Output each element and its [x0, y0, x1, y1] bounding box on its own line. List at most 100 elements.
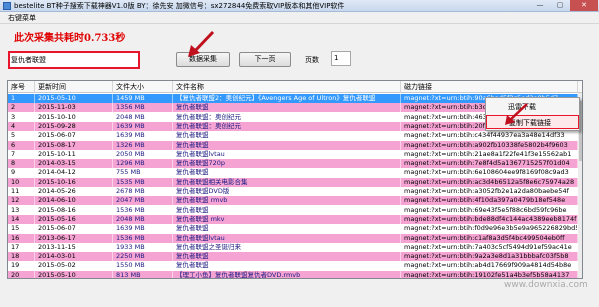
cell-magnet: magnet:?xt=urn:btih:c434f44937ea3a48e14d…	[401, 131, 578, 141]
cell-magnet: magnet:?xt=urn:btih:69e43f5e5f88c6bd59fc…	[401, 205, 578, 215]
cell-date: 2014-03-15	[35, 159, 113, 169]
cell-name: 复仇者联盟	[173, 140, 401, 150]
cell-date: 2013-06-17	[35, 233, 113, 243]
cell-date: 2015-10-16	[35, 177, 113, 187]
watermark: www.downxia.com	[504, 280, 588, 290]
cell-name: 复仇者联盟	[173, 205, 401, 215]
cell-size: 1296 MB	[113, 159, 173, 169]
table-row[interactable]: 10 2015-10-16 1535 MB 复仇者联盟相关电影合集 magnet:?xt…	[8, 177, 582, 187]
table-row[interactable]: 16 2013-06-17 1536 MB 复仇者联盟lvtau magnet:?xt=…	[8, 233, 582, 243]
column-header-index[interactable]: 序号	[8, 81, 35, 93]
cell-index: 18	[8, 252, 35, 262]
cell-name: 复仇者联盟：奥创纪元	[173, 121, 401, 131]
cell-index: 11	[8, 187, 35, 196]
column-header-magnet[interactable]: 磁力链接	[401, 81, 578, 93]
cell-index: 13	[8, 205, 35, 215]
table-row[interactable]: 17 2013-11-15 1933 MB 复仇者联盟之圣诞归来 magnet:?xt=…	[8, 242, 582, 252]
cell-size: 2048 MB	[113, 214, 173, 224]
table-row[interactable]: 7 2015-10-11 2050 MB 复仇者联盟lvtau magnet:?xt=u…	[8, 149, 582, 159]
cell-size: 1536 MB	[113, 233, 173, 243]
cell-magnet: magnet:?xt=urn:btih:4f10da397a0479b18ef5…	[401, 196, 578, 206]
window-title: bestelite BT种子搜索下载神器V1.0版 BY：徐先安 加微信号：sx…	[14, 2, 345, 10]
close-button[interactable]: ✕	[570, 0, 598, 11]
cell-index: 15	[8, 224, 35, 234]
table-header: 序号 更新时间 文件大小 文件名称 磁力链接	[8, 81, 582, 93]
cell-date: 2015-09-28	[35, 121, 113, 131]
page-number-input[interactable]: 1	[331, 51, 351, 66]
table-row[interactable]: 8 2014-03-15 1296 MB 复仇者联盟720p magnet:?xt=ur…	[8, 159, 582, 169]
cell-name: 复仇者联盟	[173, 224, 401, 234]
cell-date: 2014-06-10	[35, 196, 113, 206]
column-header-name[interactable]: 文件名称	[173, 81, 401, 93]
table-row[interactable]: 20 2015-05-10 813 MB 【理工小鱼】复仇者联盟复仇者DVD.rmvb…	[8, 270, 582, 278]
cell-name: 【复仇者联盟2：奥创纪元】《Avengers Age of Ultron》复仇者…	[173, 94, 401, 103]
table-row[interactable]: 12 2014-06-10 2047 MB 复仇者联盟 rmvb magnet:?xt=…	[8, 196, 582, 206]
cell-name: 复仇者联盟	[173, 103, 401, 113]
cell-size: 2678 MB	[113, 187, 173, 196]
cell-size: 1639 MB	[113, 131, 173, 141]
cell-size: 2250 MB	[113, 252, 173, 262]
cell-size: 2048 MB	[113, 112, 173, 122]
cell-index: 9	[8, 168, 35, 178]
cell-name: 复仇者联盟之圣诞归来	[173, 242, 401, 252]
menu-bar: 右键菜单	[0, 12, 599, 24]
cell-date: 2015-05-10	[35, 270, 113, 278]
maximize-button[interactable]: ▢	[550, 0, 570, 11]
cell-index: 6	[8, 140, 35, 150]
cell-magnet: magnet:?xt=urn:btih:a902fb10338fe5802b4f…	[401, 140, 578, 150]
cell-size: 1326 MB	[113, 140, 173, 150]
cell-index: 2	[8, 103, 35, 113]
column-header-size[interactable]: 文件大小	[113, 81, 173, 93]
table-row[interactable]: 14 2015-05-16 2048 MB 复仇者联盟 mkv magnet:?xt=u…	[8, 214, 582, 224]
cell-magnet: magnet:?xt=urn:btih:ab4d17669f909a4814d5…	[401, 261, 578, 271]
cell-magnet: magnet:?xt=urn:btih:ac3d4b6512a5f8e6c759…	[401, 177, 578, 187]
cell-date: 2015-10-11	[35, 149, 113, 159]
table-row[interactable]: 13 2015-08-16 1536 MB 复仇者联盟 magnet:?xt=urn:b…	[8, 205, 582, 215]
cell-name: 复仇者联盟	[173, 252, 401, 262]
cell-name: 复仇者联盟DVD版	[173, 187, 401, 196]
table-row[interactable]: 6 2015-08-17 1326 MB 复仇者联盟 magnet:?xt=urn:bt…	[8, 140, 582, 150]
table-row[interactable]: 11 2014-05-26 2678 MB 复仇者联盟DVD版 magnet:?xt=u…	[8, 187, 582, 196]
column-header-date[interactable]: 更新时间	[35, 81, 113, 93]
table-row[interactable]: 15 2015-06-07 1639 MB 复仇者联盟 magnet:?xt=urn:b…	[8, 224, 582, 234]
cell-magnet: magnet:?xt=urn:btih:7a403c5cf5494d91ef59…	[401, 242, 578, 252]
minimize-button[interactable]: —	[530, 0, 550, 11]
cell-size: 2050 MB	[113, 149, 173, 159]
cell-index: 1	[8, 94, 35, 103]
cell-index: 8	[8, 159, 35, 169]
cell-size: 1550 MB	[113, 261, 173, 271]
search-input[interactable]: 复仇者联盟	[8, 51, 140, 69]
cell-name: 复仇者联盟 rmvb	[173, 196, 401, 206]
table-row[interactable]: 5 2015-06-07 1639 MB 复仇者联盟 magnet:?xt=urn:bt…	[8, 131, 582, 141]
cell-name: 【理工小鱼】复仇者联盟复仇者DVD.rmvb	[173, 270, 401, 278]
cell-date: 2015-06-07	[35, 131, 113, 141]
cell-size: 1933 MB	[113, 242, 173, 252]
title-bar: bestelite BT种子搜索下载神器V1.0版 BY：徐先安 加微信号：sx…	[0, 0, 599, 12]
cell-size: 813 MB	[113, 270, 173, 278]
cell-date: 2015-05-02	[35, 261, 113, 271]
cell-size: 1639 MB	[113, 224, 173, 234]
cell-magnet: magnet:?xt=urn:btih:c1af8a3d5f4bc499504e…	[401, 233, 578, 243]
cell-magnet: magnet:?xt=urn:btih:bde88df4c144ac4389ee…	[401, 214, 578, 224]
menu-item-context[interactable]: 右键菜单	[8, 13, 36, 23]
next-page-button[interactable]: 下一页	[239, 52, 291, 67]
table-row[interactable]: 18 2014-03-01 2250 MB 复仇者联盟 magnet:?xt=urn:b…	[8, 252, 582, 262]
cell-date: 2015-05-10	[35, 94, 113, 103]
cell-magnet: magnet:?xt=urn:btih:9a2a3e8d1a31bbbafc03…	[401, 252, 578, 262]
cell-magnet: magnet:?xt=urn:btih:21ae8a1f22fe41f3e155…	[401, 149, 578, 159]
cell-index: 3	[8, 112, 35, 122]
cell-magnet: magnet:?xt=urn:btih:6e108604ee9f8169f08c…	[401, 168, 578, 178]
elapsed-time-label: 此次采集共耗时0.733秒	[14, 33, 126, 44]
cell-size: 755 MB	[113, 168, 173, 178]
table-row[interactable]: 9 2014-04-12 755 MB 复仇者联盟 magnet:?xt=urn:bti…	[8, 168, 582, 178]
cell-size: 1639 MB	[113, 121, 173, 131]
cell-size: 1536 MB	[113, 205, 173, 215]
annotation-arrow-icon	[188, 30, 215, 57]
cell-magnet: magnet:?xt=urn:btih:19102fe51a4b3ef5b58a…	[401, 270, 578, 278]
cell-index: 4	[8, 121, 35, 131]
cell-date: 2015-11-03	[35, 103, 113, 113]
page-label: 页数	[305, 56, 319, 64]
cell-magnet: magnet:?xt=urn:btih:f0d9e96e3b5e9a965226…	[401, 224, 578, 234]
cell-date: 2013-11-15	[35, 242, 113, 252]
table-row[interactable]: 19 2015-05-02 1550 MB 复仇者联盟 magnet:?xt=urn:b…	[8, 261, 582, 271]
